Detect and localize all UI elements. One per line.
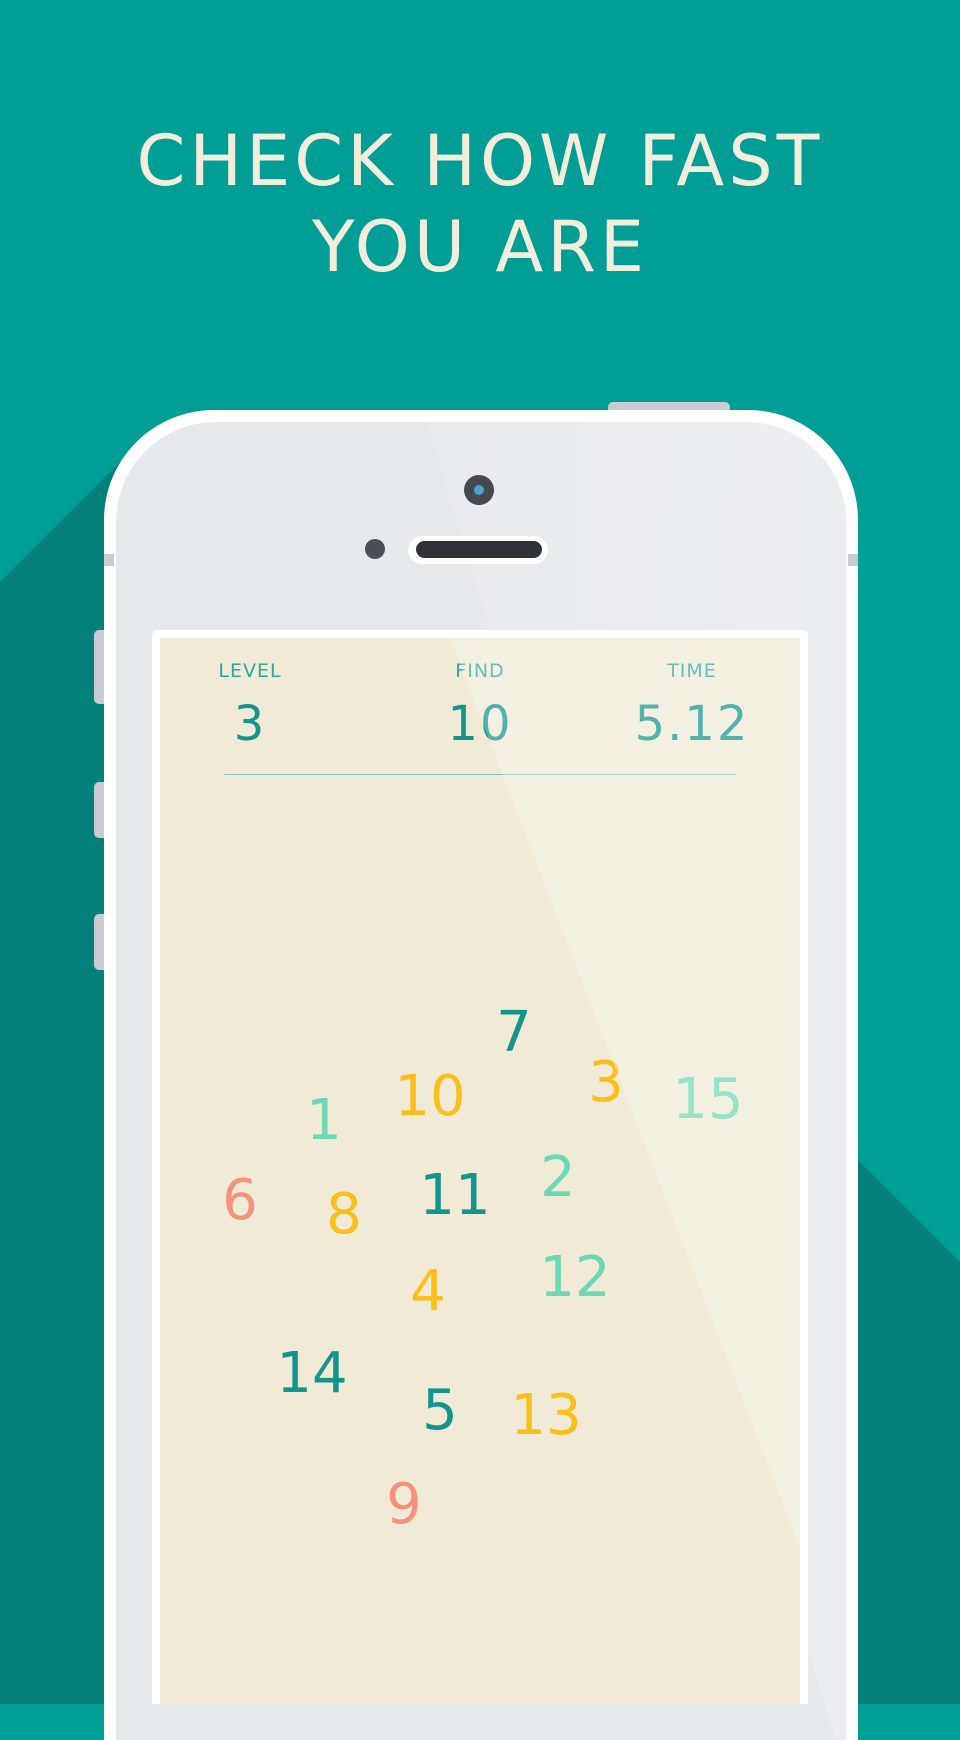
level-label: LEVEL xyxy=(218,660,282,682)
hud-divider xyxy=(224,774,736,775)
number-tile-3[interactable]: 3 xyxy=(588,1055,624,1111)
number-tile-6[interactable]: 6 xyxy=(222,1173,258,1229)
headline: CHECK HOW FAST YOU ARE xyxy=(0,118,960,290)
number-tile-15[interactable]: 15 xyxy=(672,1072,743,1128)
number-tile-13[interactable]: 13 xyxy=(510,1388,581,1444)
headline-line-1: CHECK HOW FAST xyxy=(136,120,824,202)
level-value: 3 xyxy=(233,696,267,752)
number-tile-14[interactable]: 14 xyxy=(276,1346,347,1402)
number-tile-9[interactable]: 9 xyxy=(386,1477,422,1533)
number-tile-10[interactable]: 10 xyxy=(394,1069,465,1125)
find-label: FIND xyxy=(455,660,505,682)
number-tile-1[interactable]: 1 xyxy=(306,1093,342,1149)
number-tile-7[interactable]: 7 xyxy=(496,1005,532,1061)
level-stat: LEVEL 3 xyxy=(180,660,320,752)
proximity-sensor xyxy=(365,539,385,559)
number-tile-11[interactable]: 11 xyxy=(419,1168,490,1224)
number-tile-12[interactable]: 12 xyxy=(539,1250,610,1306)
number-tile-4[interactable]: 4 xyxy=(410,1264,446,1320)
number-tile-5[interactable]: 5 xyxy=(422,1383,458,1439)
antenna-band-right xyxy=(848,554,858,566)
time-value: 5.12 xyxy=(634,696,750,752)
time-stat: TIME 5.12 xyxy=(622,660,762,752)
time-label: TIME xyxy=(667,660,717,682)
headline-line-2: YOU ARE xyxy=(311,206,649,288)
phone-screen: LEVEL 3 FIND 10 TIME 5.12 7 3 15 10 1 2 6 11 8 12… xyxy=(152,630,808,1704)
antenna-band-left xyxy=(104,554,114,566)
front-camera-icon xyxy=(464,475,494,505)
game-board: LEVEL 3 FIND 10 TIME 5.12 7 3 15 10 1 2 6 11 8 12… xyxy=(160,638,800,1704)
number-tile-8[interactable]: 8 xyxy=(326,1187,362,1243)
find-value: 10 xyxy=(447,696,513,752)
earpiece-speaker xyxy=(416,541,542,558)
number-tile-2[interactable]: 2 xyxy=(540,1150,576,1206)
find-stat: FIND 10 xyxy=(410,660,550,752)
